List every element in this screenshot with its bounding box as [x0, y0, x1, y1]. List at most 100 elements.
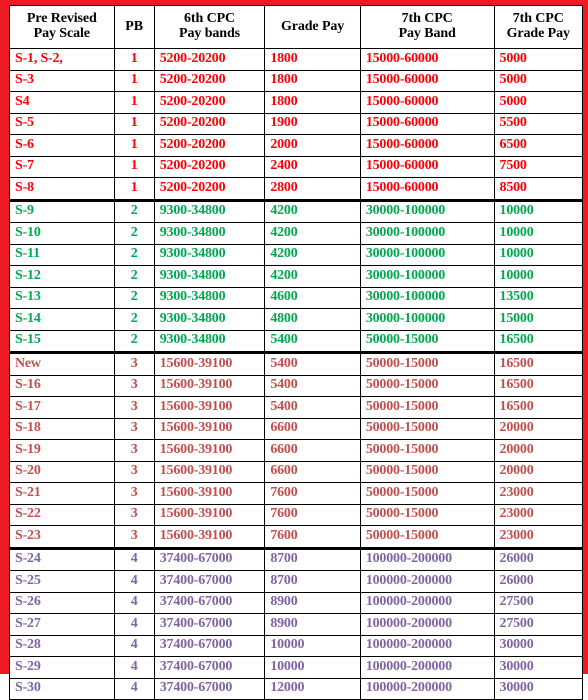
cell-pb: 3 [113, 525, 155, 549]
cell-7th-cpc-grade-pay: 30000 [493, 656, 584, 679]
cell-7th-cpc-pay-band: 15000-60000 [359, 134, 495, 157]
cell-pre-revised-pay-scale: S-13 [9, 286, 115, 309]
pay-scale-comparison-table: Pre Revised Pay Scale PB 6th CPC Pay ban… [9, 5, 584, 700]
cell-6th-cpc-pay-band: 37400-67000 [153, 570, 266, 593]
cell-grade-pay: 2000 [264, 134, 361, 157]
cell-6th-cpc-pay-band: 9300-34800 [153, 222, 266, 245]
cell-pre-revised-pay-scale: S-17 [9, 396, 115, 419]
table-row: S-11 2 9300-34800 4200 30000-100000 10000 [9, 243, 584, 266]
cell-pb: 1 [113, 91, 155, 114]
cell-6th-cpc-pay-band: 15600-39100 [153, 460, 266, 483]
cell-grade-pay: 8900 [264, 613, 361, 636]
table-row: S-26 4 37400-67000 8900 100000-200000 27500 [9, 591, 584, 614]
cell-grade-pay: 4800 [264, 308, 361, 331]
cell-7th-cpc-pay-band: 50000-15000 [359, 503, 495, 526]
cell-6th-cpc-pay-band: 15600-39100 [153, 482, 266, 505]
cell-pb: 3 [113, 460, 155, 483]
table-row: S-24 4 37400-67000 8700 100000-200000 26000 [9, 546, 584, 571]
cell-6th-cpc-pay-band: 15600-39100 [153, 525, 266, 549]
cell-pre-revised-pay-scale: S-30 [9, 677, 115, 700]
table-row: S-3 1 5200-20200 1800 15000-60000 5000 [9, 69, 584, 92]
cell-pre-revised-pay-scale: S-7 [9, 155, 115, 178]
cell-7th-cpc-pay-band: 100000-200000 [359, 677, 495, 700]
cell-7th-cpc-pay-band: 15000-60000 [359, 91, 495, 114]
header-line-2: Grade Pay [506, 26, 570, 41]
cell-7th-cpc-pay-band: 50000-15000 [359, 351, 495, 376]
header-row: Pre Revised Pay Scale PB 6th CPC Pay ban… [9, 5, 584, 49]
cell-grade-pay: 8900 [264, 591, 361, 614]
table-row: S-12 2 9300-34800 4200 30000-100000 10000 [9, 265, 584, 288]
cell-grade-pay: 8700 [264, 570, 361, 593]
cell-pb: 3 [113, 439, 155, 462]
column-header-grade-pay: Grade Pay [264, 5, 361, 49]
cell-pre-revised-pay-scale: S-29 [9, 656, 115, 679]
table-header: Pre Revised Pay Scale PB 6th CPC Pay ban… [9, 5, 584, 49]
header-line-1: Pre Revised [26, 11, 97, 27]
cell-7th-cpc-pay-band: 15000-60000 [359, 177, 495, 201]
cell-pb: 1 [113, 134, 155, 157]
cell-7th-cpc-grade-pay: 27500 [493, 613, 584, 636]
cell-7th-cpc-pay-band: 50000-15000 [359, 482, 495, 505]
cell-pre-revised-pay-scale: S-28 [9, 634, 115, 657]
cell-pb: 1 [113, 177, 155, 201]
cell-pre-revised-pay-scale: S-19 [9, 439, 115, 462]
cell-7th-cpc-grade-pay: 20000 [493, 417, 584, 440]
cell-7th-cpc-grade-pay: 16500 [493, 396, 584, 419]
cell-7th-cpc-grade-pay: 23000 [493, 482, 584, 505]
cell-pb: 2 [113, 243, 155, 266]
cell-pre-revised-pay-scale: S-9 [9, 198, 115, 223]
column-header-7th-cpc-pay-band: 7th CPC Pay Band [359, 5, 495, 49]
cell-pre-revised-pay-scale: S-10 [9, 222, 115, 245]
cell-7th-cpc-grade-pay: 5000 [493, 48, 584, 71]
cell-6th-cpc-pay-band: 15600-39100 [153, 396, 266, 419]
cell-grade-pay: 10000 [264, 656, 361, 679]
cell-6th-cpc-pay-band: 9300-34800 [153, 308, 266, 331]
cell-7th-cpc-pay-band: 30000-100000 [359, 265, 495, 288]
cell-6th-cpc-pay-band: 5200-20200 [153, 48, 266, 71]
cell-grade-pay: 1800 [264, 91, 361, 114]
cell-pre-revised-pay-scale: S-21 [9, 482, 115, 505]
cell-7th-cpc-pay-band: 50000-15000 [359, 329, 495, 353]
table-row: S-29 4 37400-67000 10000 100000-200000 30000 [9, 656, 584, 679]
cell-pre-revised-pay-scale: S-22 [9, 503, 115, 526]
cell-7th-cpc-pay-band: 30000-100000 [359, 308, 495, 331]
cell-6th-cpc-pay-band: 15600-39100 [153, 351, 266, 376]
cell-7th-cpc-pay-band: 30000-100000 [359, 286, 495, 309]
cell-pb: 1 [113, 48, 155, 71]
cell-pre-revised-pay-scale: S4 [9, 91, 115, 114]
cell-pre-revised-pay-scale: S-3 [9, 69, 115, 92]
table-row: S-13 2 9300-34800 4600 30000-100000 13500 [9, 286, 584, 309]
table-row: S-1, S-2, 1 5200-20200 1800 15000-60000 5000 [9, 48, 584, 71]
cell-7th-cpc-pay-band: 50000-15000 [359, 460, 495, 483]
cell-6th-cpc-pay-band: 9300-34800 [153, 286, 266, 309]
cell-6th-cpc-pay-band: 15600-39100 [153, 439, 266, 462]
cell-pre-revised-pay-scale: S-24 [9, 546, 115, 571]
cell-pre-revised-pay-scale: S-20 [9, 460, 115, 483]
cell-7th-cpc-grade-pay: 8500 [493, 177, 584, 201]
cell-pre-revised-pay-scale: S-11 [9, 243, 115, 266]
table-row: S-19 3 15600-39100 6600 50000-15000 20000 [9, 439, 584, 462]
cell-7th-cpc-grade-pay: 6500 [493, 134, 584, 157]
cell-6th-cpc-pay-band: 5200-20200 [153, 112, 266, 135]
table-row: S-25 4 37400-67000 8700 100000-200000 26000 [9, 570, 584, 593]
cell-7th-cpc-pay-band: 100000-200000 [359, 546, 495, 571]
cell-6th-cpc-pay-band: 5200-20200 [153, 155, 266, 178]
header-line-1: Grade Pay [280, 18, 345, 34]
table-row: S-5 1 5200-20200 1900 15000-60000 5500 [9, 112, 584, 135]
table-row: S-21 3 15600-39100 7600 50000-15000 23000 [9, 482, 584, 505]
cell-grade-pay: 5400 [264, 329, 361, 353]
cell-grade-pay: 5400 [264, 396, 361, 419]
table-row: S-6 1 5200-20200 2000 15000-60000 6500 [9, 134, 584, 157]
cell-6th-cpc-pay-band: 15600-39100 [153, 417, 266, 440]
column-header-pre-revised-pay-scale: Pre Revised Pay Scale [9, 5, 115, 49]
cell-7th-cpc-grade-pay: 27500 [493, 591, 584, 614]
table-row: S-8 1 5200-20200 2800 15000-60000 8500 [9, 177, 584, 201]
cell-pb: 1 [113, 112, 155, 135]
cell-6th-cpc-pay-band: 9300-34800 [153, 265, 266, 288]
cell-grade-pay: 7600 [264, 525, 361, 549]
cell-7th-cpc-grade-pay: 20000 [493, 460, 584, 483]
header-line-2: Pay Band [398, 26, 456, 41]
cell-grade-pay: 4200 [264, 198, 361, 223]
cell-grade-pay: 6600 [264, 460, 361, 483]
cell-grade-pay: 1800 [264, 48, 361, 71]
